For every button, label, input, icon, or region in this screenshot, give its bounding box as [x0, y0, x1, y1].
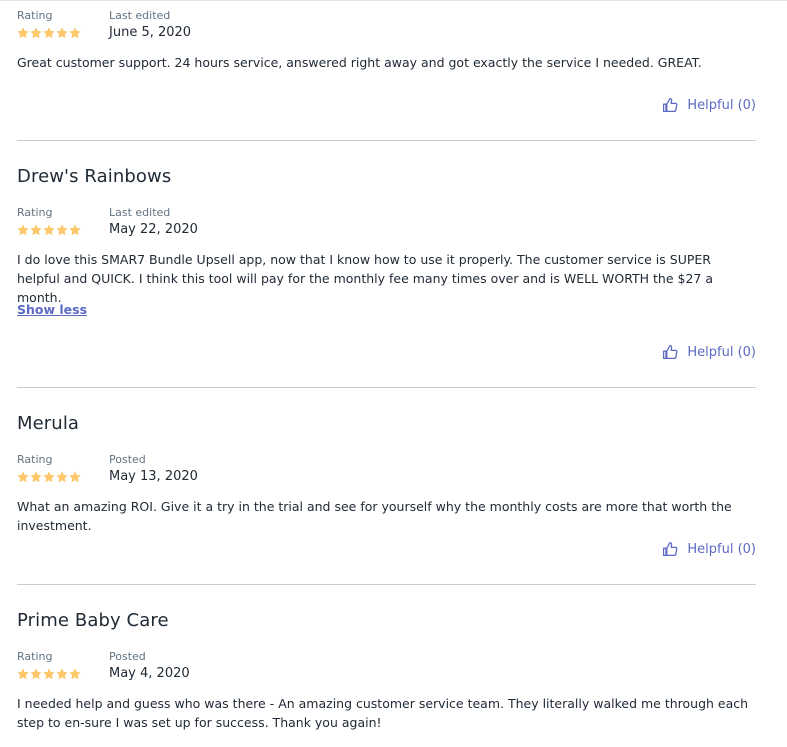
star-rating: [17, 27, 81, 39]
helpful-label: Helpful (0): [687, 97, 756, 113]
review-body: Great customer support. 24 hours service…: [17, 55, 702, 70]
show-less-link[interactable]: Show less: [17, 302, 87, 317]
helpful-button[interactable]: Helpful (0): [662, 541, 756, 557]
star-icon: [17, 471, 29, 483]
thumbs-up-icon: [663, 541, 678, 557]
helpful-label: Helpful (0): [687, 541, 756, 557]
review-body: I needed help and guess who was there - …: [17, 696, 749, 730]
star-icon: [30, 27, 42, 39]
star-icon: [30, 224, 42, 236]
helpful-button[interactable]: Helpful (0): [662, 97, 756, 113]
star-icon: [43, 224, 55, 236]
reviewer-name: Merula: [17, 413, 80, 434]
star-rating: [17, 471, 81, 483]
star-icon: [17, 668, 29, 680]
review-date: June 5, 2020: [109, 25, 192, 40]
reviewer-name: Prime Baby Care: [17, 610, 169, 631]
star-icon: [69, 224, 81, 236]
rating-label: Rating: [17, 206, 53, 219]
date-label: Last edited: [109, 206, 171, 219]
star-icon: [43, 27, 55, 39]
review-divider: [17, 387, 756, 388]
review-date: May 4, 2020: [109, 666, 190, 681]
star-icon: [69, 27, 81, 39]
rating-label: Rating: [17, 650, 53, 663]
review-body: What an amazing ROI. Give it a try in th…: [17, 499, 732, 533]
review-date: May 13, 2020: [109, 469, 198, 484]
star-rating: [17, 224, 81, 236]
helpful-label: Helpful (0): [687, 344, 756, 360]
star-icon: [56, 224, 68, 236]
star-icon: [17, 27, 29, 39]
star-rating: [17, 668, 81, 680]
review-date: May 22, 2020: [109, 222, 198, 237]
star-icon: [69, 668, 81, 680]
thumbs-up-icon: [663, 344, 678, 360]
reviewer-name: Drew's Rainbows: [17, 166, 172, 187]
rating-label: Rating: [17, 9, 53, 22]
star-icon: [17, 224, 29, 236]
top-divider: [0, 0, 787, 1]
date-label: Posted: [109, 453, 146, 466]
star-icon: [56, 471, 68, 483]
review-divider: [17, 584, 756, 585]
date-label: Last edited: [109, 9, 171, 22]
rating-label: Rating: [17, 453, 53, 466]
thumbs-up-icon: [663, 97, 678, 113]
star-icon: [56, 27, 68, 39]
review-divider: [17, 140, 756, 141]
star-icon: [30, 471, 42, 483]
star-icon: [43, 471, 55, 483]
star-icon: [69, 471, 81, 483]
star-icon: [56, 668, 68, 680]
star-icon: [30, 668, 42, 680]
review-body: I do love this SMAR7 Bundle Upsell app, …: [17, 252, 714, 305]
star-icon: [43, 668, 55, 680]
date-label: Posted: [109, 650, 146, 663]
helpful-button[interactable]: Helpful (0): [662, 344, 756, 360]
